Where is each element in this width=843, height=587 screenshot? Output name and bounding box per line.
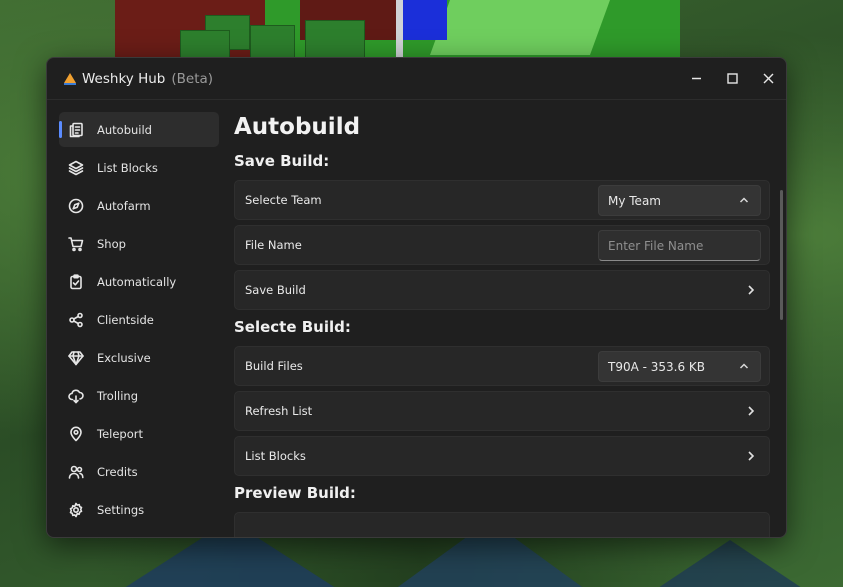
sidebar-item-exclusive[interactable]: Exclusive	[59, 340, 219, 375]
diamond-icon	[67, 349, 85, 367]
file-name-input[interactable]	[598, 230, 761, 261]
select-team-label: Selecte Team	[245, 193, 322, 207]
sidebar-item-label: Clientside	[97, 312, 154, 327]
file-name-row: File Name	[234, 225, 770, 265]
build-files-dropdown[interactable]: T90A - 353.6 KB	[598, 351, 761, 382]
list-blocks-button[interactable]: List Blocks	[234, 436, 770, 476]
sidebar-item-label: Trolling	[97, 388, 139, 403]
chevron-right-icon	[748, 406, 755, 416]
active-indicator	[59, 121, 62, 138]
sidebar-item-label: List Blocks	[97, 160, 158, 175]
sidebar-item-label: Settings	[97, 502, 145, 517]
hub-logo-icon	[62, 71, 78, 87]
document-icon	[67, 121, 85, 139]
location-pin-icon	[67, 425, 85, 443]
close-icon	[763, 73, 773, 84]
sidebar-item-autofarm[interactable]: Autofarm	[59, 188, 219, 223]
file-name-label: File Name	[245, 238, 302, 252]
main-content: Autobuild Save Build: Selecte Team My Te…	[234, 100, 786, 537]
window-title: Weshky Hub	[82, 70, 166, 87]
sidebar-item-trolling[interactable]: Trolling	[59, 378, 219, 413]
hub-window: Weshky Hub (Beta) Autobuild List Blocks …	[46, 57, 787, 538]
save-build-label: Save Build	[245, 283, 306, 297]
chevron-up-icon	[739, 197, 749, 203]
build-files-label: Build Files	[245, 359, 303, 373]
save-build-button[interactable]: Save Build	[234, 270, 770, 310]
page-title: Autobuild	[234, 114, 361, 140]
maximize-button[interactable]	[714, 58, 750, 99]
preview-build-section-title: Preview Build:	[234, 484, 356, 502]
preview-build-row	[234, 512, 770, 537]
select-build-section-title: Selecte Build:	[234, 318, 351, 336]
sidebar-item-shop[interactable]: Shop	[59, 226, 219, 261]
team-dropdown[interactable]: My Team	[598, 185, 761, 216]
sidebar-item-label: Shop	[97, 236, 126, 251]
sidebar-item-autobuild[interactable]: Autobuild	[59, 112, 219, 147]
clipboard-check-icon	[67, 273, 85, 291]
refresh-list-button[interactable]: Refresh List	[234, 391, 770, 431]
title-bar[interactable]: Weshky Hub (Beta)	[47, 58, 786, 100]
sidebar-item-list-blocks[interactable]: List Blocks	[59, 150, 219, 185]
chevron-right-icon	[748, 285, 755, 295]
sidebar-item-label: Automatically	[97, 274, 177, 289]
minimize-icon	[691, 77, 701, 80]
sidebar-item-settings[interactable]: Settings	[59, 492, 219, 527]
maximize-icon	[726, 73, 738, 84]
build-files-dropdown-value: T90A - 353.6 KB	[608, 359, 706, 374]
sidebar: Autobuild List Blocks Autofarm Shop Auto…	[47, 100, 227, 537]
chevron-up-icon	[739, 363, 749, 369]
sidebar-item-teleport[interactable]: Teleport	[59, 416, 219, 451]
refresh-list-label: Refresh List	[245, 404, 313, 418]
list-blocks-label: List Blocks	[245, 449, 306, 463]
gear-icon	[67, 501, 85, 519]
layers-icon	[67, 159, 85, 177]
beta-badge: (Beta)	[171, 70, 214, 87]
sidebar-item-label: Teleport	[97, 426, 143, 441]
sidebar-item-label: Credits	[97, 464, 138, 479]
save-build-section-title: Save Build:	[234, 152, 330, 170]
sidebar-item-label: Autobuild	[97, 122, 152, 137]
chevron-right-icon	[748, 451, 755, 461]
cart-icon	[67, 235, 85, 253]
close-button[interactable]	[750, 58, 786, 99]
select-team-row: Selecte Team My Team	[234, 180, 770, 220]
sidebar-item-label: Autofarm	[97, 198, 151, 213]
sidebar-item-label: Exclusive	[97, 350, 151, 365]
compass-icon	[67, 197, 85, 215]
content-scrollbar[interactable]	[780, 190, 783, 320]
cloud-arrow-icon	[67, 387, 85, 405]
build-files-row: Build Files T90A - 353.6 KB	[234, 346, 770, 386]
share-icon	[67, 311, 85, 329]
team-dropdown-value: My Team	[608, 193, 661, 208]
sidebar-item-clientside[interactable]: Clientside	[59, 302, 219, 337]
sidebar-item-automatically[interactable]: Automatically	[59, 264, 219, 299]
sidebar-item-credits[interactable]: Credits	[59, 454, 219, 489]
people-icon	[67, 463, 85, 481]
minimize-button[interactable]	[678, 58, 714, 99]
